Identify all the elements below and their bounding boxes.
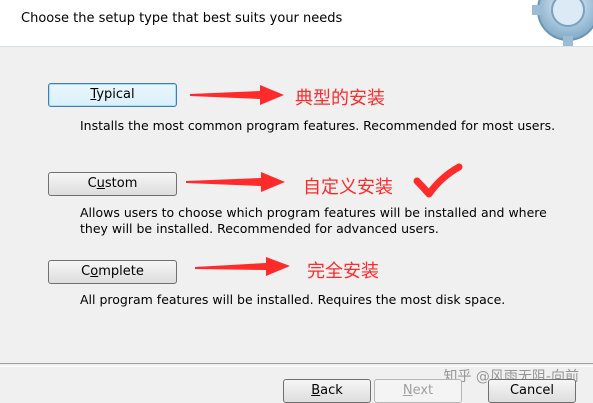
custom-description: Allows users to choose which program fea… xyxy=(80,205,547,237)
custom-button[interactable]: Custom xyxy=(48,172,177,196)
cancel-button[interactable]: Cancel xyxy=(488,379,576,403)
typical-description: Installs the most common program feature… xyxy=(80,118,556,133)
next-button[interactable]: Next xyxy=(374,379,462,403)
checkmark-icon xyxy=(413,163,463,198)
wizard-header: Choose the setup type that best suits yo… xyxy=(0,0,593,47)
header-instruction: Choose the setup type that best suits yo… xyxy=(21,11,343,26)
custom-description-line1: Allows users to choose which program fea… xyxy=(80,205,547,220)
arrow-right-icon xyxy=(195,257,290,276)
gear-icon xyxy=(523,0,593,46)
custom-annotation: 自定义安装 xyxy=(303,177,393,198)
arrow-right-icon xyxy=(186,172,285,192)
custom-description-line2: they will be installed. Recommended for … xyxy=(80,221,439,236)
complete-annotation: 完全安装 xyxy=(307,261,379,282)
typical-annotation: 典型的安装 xyxy=(295,88,385,109)
complete-button[interactable]: Complete xyxy=(48,260,177,284)
back-button[interactable]: Back xyxy=(283,379,371,403)
typical-button[interactable]: Typical xyxy=(48,83,177,107)
complete-description: All program features will be installed. … xyxy=(80,292,506,307)
arrow-right-icon xyxy=(190,85,284,105)
